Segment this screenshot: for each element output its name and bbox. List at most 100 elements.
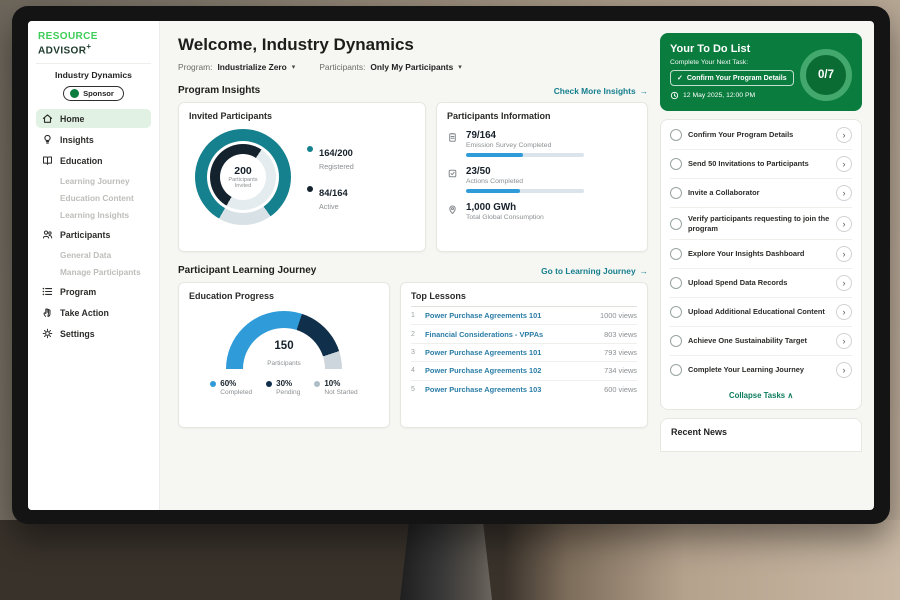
sidebar-item-participants[interactable]: Participants — [36, 225, 151, 244]
task-row: Achieve One Sustainability Target › — [670, 327, 852, 356]
task-checkbox[interactable] — [670, 218, 682, 230]
chevron-down-icon: ▾ — [458, 63, 462, 71]
clipboard-icon — [447, 132, 458, 143]
sidebar-item-education[interactable]: Education — [36, 151, 151, 170]
sidebar: RESOURCE ADVISOR+ Industry Dynamics Spon… — [28, 21, 160, 510]
sidebar-item-learning-journey[interactable]: Learning Journey — [36, 172, 151, 189]
invited-participants-card: Invited Participants 200 Participants In… — [178, 102, 426, 252]
task-row: Upload Additional Educational Content › — [670, 298, 852, 327]
center-column: Welcome, Industry Dynamics Program: Indu… — [178, 33, 648, 510]
check-more-insights-link[interactable]: Check More Insights → — [554, 86, 648, 96]
page-title: Welcome, Industry Dynamics — [178, 35, 648, 55]
task-row: Send 50 Invitations to Participants › — [670, 150, 852, 179]
learning-cards-row: Education Progress 150 Participants 60 — [178, 282, 648, 428]
emission-survey-progress-bar — [466, 153, 584, 157]
chevron-right-icon[interactable]: › — [836, 156, 852, 172]
gauge-center: 150 Participants — [226, 341, 342, 370]
chevron-right-icon[interactable]: › — [836, 185, 852, 201]
sidebar-item-education-content[interactable]: Education Content — [36, 189, 151, 206]
sidebar-item-take-action[interactable]: Take Action — [36, 303, 151, 322]
chevron-right-icon[interactable]: › — [836, 362, 852, 378]
participants-information-card: Participants Information 79/164 Emission… — [436, 102, 648, 252]
program-filter[interactable]: Program: Industrialize Zero ▾ — [178, 62, 295, 72]
task-row: Complete Your Learning Journey › — [670, 356, 852, 384]
lesson-row: 1 Power Purchase Agreements 101 1000 vie… — [411, 307, 637, 325]
legend-dot — [210, 381, 216, 387]
lesson-views: 803 views — [604, 330, 637, 339]
task-checkbox[interactable] — [670, 187, 682, 199]
task-list-card: Confirm Your Program Details › Send 50 I… — [660, 119, 862, 410]
chevron-right-icon[interactable]: › — [836, 304, 852, 320]
participants-filter[interactable]: Participants: Only My Participants ▾ — [319, 62, 461, 72]
task-label: Verify participants requesting to join t… — [688, 214, 830, 233]
stat-value: 23/50 — [466, 166, 584, 177]
lesson-views: 734 views — [604, 366, 637, 375]
monitor-stand — [400, 520, 492, 600]
lesson-row: 5 Power Purchase Agreements 103 600 view… — [411, 381, 637, 398]
stat-row-consumption: 1,000 GWh Total Global Consumption — [447, 202, 637, 221]
sidebar-item-program[interactable]: Program — [36, 282, 151, 301]
todo-progress-ring: 0/7 — [800, 49, 852, 101]
legend-dot — [314, 381, 320, 387]
stat-label: Actions Completed — [466, 178, 584, 185]
lesson-link[interactable]: Financial Considerations - VPPAs — [425, 330, 597, 339]
chevron-right-icon[interactable]: › — [836, 333, 852, 349]
gauge-center-label: Participants — [267, 360, 300, 367]
legend-dot — [307, 186, 313, 192]
task-label: Upload Spend Data Records — [688, 278, 830, 288]
collapse-tasks-link[interactable]: Collapse Tasks ∧ — [670, 384, 852, 408]
task-checkbox[interactable] — [670, 335, 682, 347]
lesson-link[interactable]: Power Purchase Agreements 102 — [425, 366, 597, 375]
sidebar-item-label: Home — [60, 114, 84, 124]
book-icon — [42, 155, 53, 166]
legend-label: Completed — [220, 389, 252, 396]
sidebar-item-manage-participants[interactable]: Manage Participants — [36, 263, 151, 280]
participants-filter-label: Participants: — [319, 62, 365, 72]
sidebar-item-label: Participants — [60, 230, 110, 240]
stat-row-emission-survey: 79/164 Emission Survey Completed — [447, 130, 637, 157]
chevron-right-icon[interactable]: › — [836, 127, 852, 143]
legend-label: Active — [319, 202, 348, 211]
todo-due-text: 12 May 2025, 12:00 PM — [683, 92, 755, 99]
go-to-learning-journey-link[interactable]: Go to Learning Journey → — [541, 266, 648, 276]
task-label: Complete Your Learning Journey — [688, 365, 830, 375]
logo-plus: + — [86, 42, 91, 51]
chevron-down-icon: ▾ — [292, 63, 296, 71]
chevron-right-icon[interactable]: › — [836, 246, 852, 262]
lesson-link[interactable]: Power Purchase Agreements 101 — [425, 311, 593, 320]
sponsor-badge[interactable]: Sponsor — [63, 86, 124, 101]
task-checkbox[interactable] — [670, 364, 682, 376]
task-checkbox[interactable] — [670, 277, 682, 289]
donut: 200 Participants Invited — [195, 129, 291, 225]
lesson-link[interactable]: Power Purchase Agreements 103 — [425, 385, 597, 394]
logo-primary: RESOURCE — [38, 31, 98, 42]
sidebar-item-label: Settings — [60, 329, 95, 339]
lesson-views: 793 views — [604, 348, 637, 357]
task-row: Verify participants requesting to join t… — [670, 208, 852, 240]
lesson-rank: 1 — [411, 312, 418, 319]
sidebar-item-settings[interactable]: Settings — [36, 324, 151, 343]
monitor-bezel: RESOURCE ADVISOR+ Industry Dynamics Spon… — [12, 6, 890, 524]
sidebar-item-home[interactable]: Home — [36, 109, 151, 128]
lesson-link[interactable]: Power Purchase Agreements 101 — [425, 348, 597, 357]
task-checkbox[interactable] — [670, 306, 682, 318]
chevron-right-icon[interactable]: › — [836, 275, 852, 291]
collapse-label: Collapse Tasks — [729, 391, 785, 400]
sidebar-item-general-data[interactable]: General Data — [36, 246, 151, 263]
sidebar-item-insights[interactable]: Insights — [36, 130, 151, 149]
task-checkbox[interactable] — [670, 248, 682, 260]
recent-news-card[interactable]: Recent News — [660, 418, 862, 452]
lightbulb-icon — [42, 134, 53, 145]
chevron-right-icon[interactable]: › — [836, 216, 852, 232]
task-checkbox[interactable] — [670, 158, 682, 170]
location-pin-icon — [447, 204, 458, 215]
stat-label: Total Global Consumption — [466, 214, 544, 221]
lesson-rank: 3 — [411, 349, 418, 356]
stat-value: 1,000 GWh — [466, 202, 544, 213]
sidebar-item-learning-insights[interactable]: Learning Insights — [36, 206, 151, 223]
actions-progress-bar — [466, 189, 584, 193]
next-task-chip[interactable]: ✓ Confirm Your Program Details — [670, 70, 794, 86]
lesson-rank: 2 — [411, 331, 418, 338]
sidebar-item-label: Program — [60, 287, 96, 297]
task-checkbox[interactable] — [670, 129, 682, 141]
